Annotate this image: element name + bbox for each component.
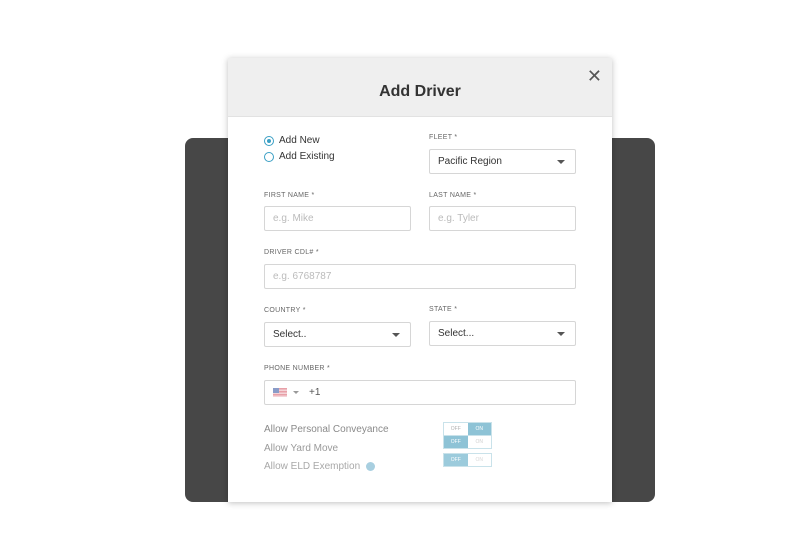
modal-header: Add Driver ✕ (228, 58, 612, 117)
country-label: COUNTRY * (264, 307, 306, 314)
yard-move-toggle[interactable]: OFF ON (443, 435, 492, 449)
close-icon[interactable]: ✕ (587, 66, 602, 87)
chevron-down-icon (557, 332, 565, 336)
state-label: STATE * (429, 306, 458, 313)
country-value: Select.. (273, 329, 307, 340)
radio-checked-icon (264, 135, 274, 146)
modal-title: Add Driver (379, 83, 461, 100)
phone-input[interactable]: +1 (264, 380, 576, 405)
add-driver-modal: Add Driver ✕ Add New Add Existing FLEET … (228, 58, 612, 502)
toggle-off: OFF (444, 436, 468, 448)
toggle-on: ON (467, 423, 491, 435)
first-name-label: FIRST NAME * (264, 192, 315, 199)
last-name-label: LAST NAME * (429, 192, 477, 199)
country-select[interactable]: Select.. (264, 322, 411, 347)
info-icon[interactable] (365, 461, 375, 471)
toggle-on: ON (475, 439, 484, 445)
state-value: Select... (438, 328, 475, 339)
placeholder: e.g. Tyler (438, 213, 479, 224)
eld-exemption-label: Allow ELD Exemption (264, 461, 375, 472)
toggle-on: ON (475, 457, 484, 463)
eld-exemption-toggle[interactable]: OFF ON (443, 453, 492, 467)
yard-move-label: Allow Yard Move (264, 443, 339, 454)
personal-conveyance-toggle[interactable]: OFF ON (443, 422, 492, 436)
first-name-input[interactable]: e.g. Mike (264, 206, 411, 231)
toggle-off: OFF (450, 426, 461, 432)
chevron-down-icon (392, 333, 400, 337)
cdl-input[interactable]: e.g. 6768787 (264, 264, 576, 289)
fleet-value: Pacific Region (438, 156, 502, 167)
chevron-down-icon[interactable] (293, 391, 299, 394)
phone-code: +1 (309, 387, 321, 398)
label-text: Allow ELD Exemption (264, 461, 361, 472)
personal-conveyance-label: Allow Personal Conveyance (264, 424, 389, 435)
radio-add-existing[interactable]: Add Existing (264, 151, 335, 162)
radio-add-new[interactable]: Add New (264, 135, 335, 146)
fleet-label: FLEET * (429, 134, 458, 141)
us-flag-icon[interactable] (273, 388, 287, 397)
cdl-label: DRIVER CDL# * (264, 249, 319, 256)
radio-label: Add Existing (279, 151, 335, 162)
placeholder: e.g. Mike (273, 213, 314, 224)
toggle-off: OFF (444, 454, 468, 466)
chevron-down-icon (557, 160, 565, 164)
radio-unchecked-icon (264, 151, 274, 162)
fleet-select[interactable]: Pacific Region (429, 149, 576, 174)
placeholder: e.g. 6768787 (273, 271, 332, 282)
phone-label: PHONE NUMBER * (264, 365, 331, 372)
state-select[interactable]: Select... (429, 321, 576, 346)
last-name-input[interactable]: e.g. Tyler (429, 206, 576, 231)
mode-radio-group: Add New Add Existing (264, 135, 335, 162)
radio-label: Add New (279, 135, 320, 146)
